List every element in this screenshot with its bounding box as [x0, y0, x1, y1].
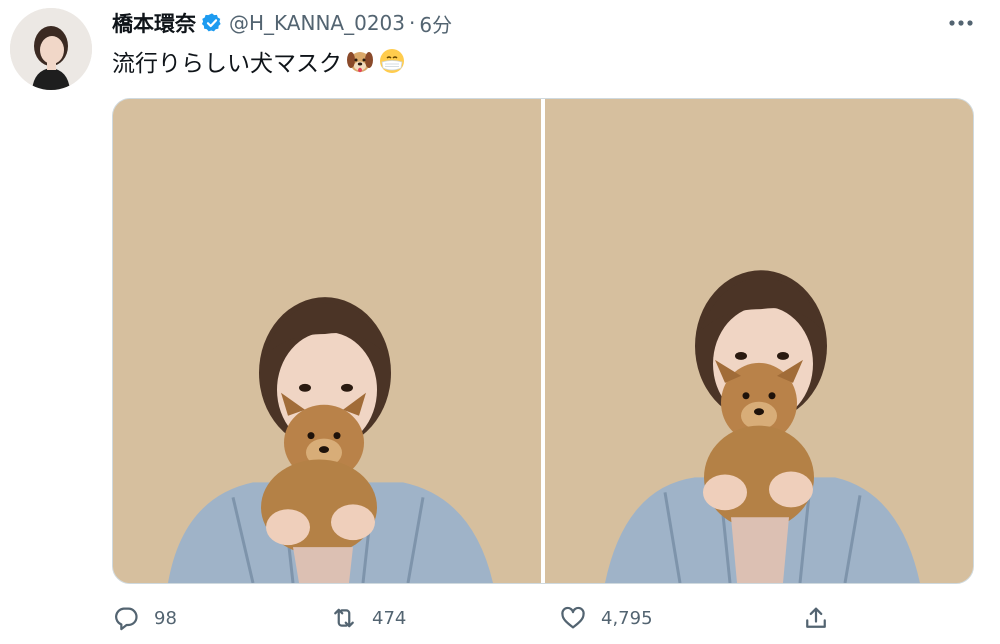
face-with-medical-mask-emoji-icon — [380, 49, 404, 73]
reply-icon — [115, 607, 138, 631]
tweet-actions: 98 474 4,795 — [112, 600, 842, 644]
tweet-header: 橋本環奈 @H_KANNA_0203 · 6分 — [112, 8, 452, 38]
tweet: 橋本環奈 @H_KANNA_0203 · 6分 流行りらしい犬マスク 98 47… — [0, 0, 1000, 644]
retweet-button[interactable]: 474 — [330, 604, 406, 632]
timestamp[interactable]: 6分 — [419, 9, 452, 38]
user-handle[interactable]: @H_KANNA_0203 — [229, 11, 405, 35]
photo-2[interactable] — [545, 99, 973, 583]
media-grid — [112, 98, 974, 584]
display-name[interactable]: 橋本環奈 — [112, 8, 196, 38]
like-icon — [561, 606, 585, 629]
verified-badge-icon — [201, 13, 221, 32]
reply-button[interactable]: 98 — [112, 604, 177, 632]
more-icon — [949, 20, 973, 26]
avatar[interactable] — [10, 8, 92, 90]
share-button[interactable] — [802, 604, 844, 632]
dog-face-emoji-icon — [347, 52, 373, 73]
tweet-text: 流行りらしい犬マスク — [112, 44, 406, 78]
retweet-icon — [334, 608, 354, 628]
retweet-count: 474 — [372, 607, 407, 629]
more-button[interactable] — [944, 8, 978, 38]
share-icon — [806, 607, 826, 628]
like-count: 4,795 — [601, 607, 653, 629]
reply-count: 98 — [154, 607, 177, 629]
separator-dot: · — [409, 11, 416, 35]
like-button[interactable]: 4,795 — [559, 604, 653, 632]
tweet-text-content: 流行りらしい犬マスク — [112, 51, 342, 77]
photo-1[interactable] — [113, 99, 541, 583]
